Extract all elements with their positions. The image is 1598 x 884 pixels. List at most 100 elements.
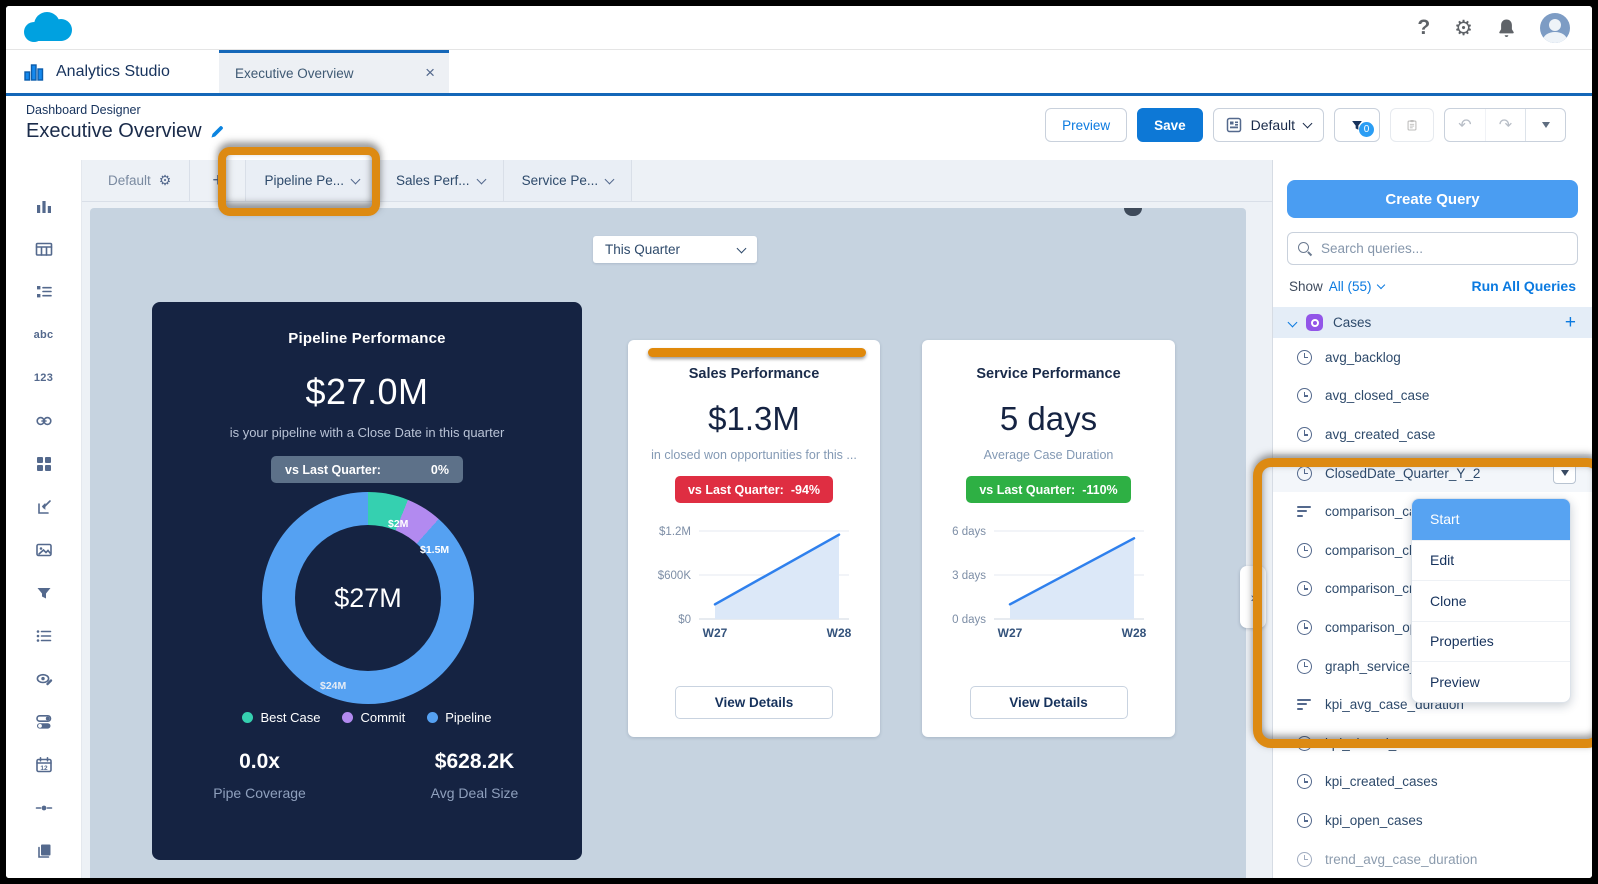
list-detail-widget-icon[interactable]: [22, 270, 65, 313]
running-query-icon: [1297, 506, 1312, 518]
quarter-filter-dropdown[interactable]: This Quarter: [593, 236, 757, 263]
cases-section-header[interactable]: Cases +: [1273, 307, 1592, 338]
widget-title: Service Performance: [922, 366, 1175, 382]
menu-item-clone[interactable]: Clone: [1412, 580, 1570, 621]
more-actions-button[interactable]: [1525, 109, 1565, 141]
query-actions-dropdown-button[interactable]: [1553, 462, 1576, 484]
help-icon[interactable]: ?: [1417, 16, 1430, 40]
query-row-clipped[interactable]: trend_avg_case_duration: [1273, 840, 1592, 878]
menu-item-start[interactable]: Start: [1412, 499, 1570, 540]
notifications-bell-icon[interactable]: [1497, 18, 1516, 38]
eye-pencil-widget-icon[interactable]: [22, 657, 65, 700]
widget-sidebar: abc 123 12: [6, 160, 82, 878]
slice-label-pipeline: $24M: [320, 680, 346, 692]
svg-text:12: 12: [40, 764, 48, 771]
add-page-button[interactable]: +: [190, 160, 246, 201]
pipe-coverage-kpi: 0.0x Pipe Coverage: [152, 750, 367, 801]
setup-gear-icon[interactable]: ⚙: [1454, 16, 1473, 41]
pages-widget-icon[interactable]: [22, 829, 65, 872]
show-all-dropdown[interactable]: All (55): [1329, 279, 1384, 294]
pages-default-tab[interactable]: Default ⚙: [90, 160, 190, 201]
range-slider-widget-icon[interactable]: [22, 786, 65, 829]
chevron-down-icon: [1303, 119, 1313, 129]
clipboard-button[interactable]: [1390, 108, 1434, 142]
show-label: Show: [1289, 279, 1323, 294]
close-icon[interactable]: ×: [425, 63, 435, 83]
comparison-badge: vs Last Quarter: 0%: [271, 456, 463, 483]
designer-main-region: Default ⚙ + Pipeline Pe... Sales Perf...…: [82, 160, 1272, 878]
section-label: Cases: [1333, 315, 1371, 330]
page-tab-sales[interactable]: Sales Perf...: [378, 160, 504, 201]
view-details-button[interactable]: View Details: [970, 686, 1128, 719]
menu-item-preview[interactable]: Preview: [1412, 661, 1570, 702]
clock-icon: [1297, 388, 1312, 403]
query-search-box[interactable]: [1287, 232, 1578, 265]
link-widget-icon[interactable]: [22, 399, 65, 442]
query-row[interactable]: avg_backlog: [1273, 338, 1592, 377]
page-tab-pipeline[interactable]: Pipeline Pe...: [246, 160, 378, 201]
svg-text:W28: W28: [1121, 626, 1146, 640]
running-query-icon: [1297, 699, 1312, 711]
clock-icon: [1297, 427, 1312, 442]
query-context-menu: Start Edit Clone Properties Preview: [1411, 498, 1571, 703]
filters-button[interactable]: 0: [1334, 108, 1380, 142]
svg-text:W27: W27: [703, 626, 728, 640]
utility-bar: ? ⚙: [6, 6, 1592, 50]
query-row[interactable]: kpi_closed_count: [1273, 724, 1592, 763]
service-trend-chart: 6 days3 days0 daysW27W28: [922, 507, 1175, 650]
list-widget-icon[interactable]: [22, 614, 65, 657]
view-details-button[interactable]: View Details: [675, 686, 833, 719]
preview-button[interactable]: Preview: [1045, 108, 1127, 142]
filter-widget-icon[interactable]: [22, 571, 65, 614]
collapse-panel-chevron[interactable]: ›: [1240, 566, 1266, 628]
workspace-tab-bar: Analytics Studio Executive Overview ×: [6, 50, 1592, 96]
page-tab-service[interactable]: Service Pe...: [504, 160, 633, 201]
undo-button[interactable]: ↶: [1445, 109, 1485, 141]
number-widget-icon[interactable]: 123: [22, 356, 65, 399]
container-widget-icon[interactable]: [22, 442, 65, 485]
clock-icon: [1297, 543, 1312, 558]
edit-pencil-icon[interactable]: [210, 124, 225, 139]
redo-button[interactable]: ↷: [1485, 109, 1525, 141]
chevron-down-icon: [351, 174, 361, 184]
analytics-studio-home[interactable]: Analytics Studio: [22, 50, 170, 93]
chart-widget-icon[interactable]: [22, 184, 65, 227]
table-widget-icon[interactable]: [22, 227, 65, 270]
chevron-down-icon: [737, 243, 747, 253]
image-widget-icon[interactable]: [22, 528, 65, 571]
user-avatar[interactable]: [1540, 13, 1570, 43]
tab-executive-overview[interactable]: Executive Overview ×: [219, 50, 449, 93]
menu-item-edit[interactable]: Edit: [1412, 540, 1570, 581]
caret-down-icon: [1561, 470, 1569, 476]
pipeline-kpi-subtitle: is your pipeline with a Close Date in th…: [152, 425, 582, 440]
svg-text:3 days: 3 days: [952, 570, 986, 582]
query-row[interactable]: kpi_created_cases: [1273, 763, 1592, 802]
sales-performance-widget: Sales Performance $1.3M in closed won op…: [628, 340, 880, 737]
menu-item-properties[interactable]: Properties: [1412, 621, 1570, 662]
analytics-studio-logo-icon: [22, 60, 46, 84]
query-row[interactable]: kpi_open_cases: [1273, 801, 1592, 840]
dashboard-header: Dashboard Designer Executive Overview Pr…: [6, 96, 1592, 160]
query-row-selected[interactable]: ClosedDate_Quarter_Y_2: [1273, 454, 1592, 493]
svg-text:$0: $0: [678, 614, 691, 626]
search-input[interactable]: [1321, 241, 1567, 256]
add-query-button[interactable]: +: [1565, 312, 1576, 334]
pipeline-sub-kpis: 0.0x Pipe Coverage $628.2K Avg Deal Size: [152, 750, 582, 801]
create-query-button[interactable]: Create Query: [1287, 180, 1578, 218]
text-widget-icon[interactable]: abc: [22, 313, 65, 356]
filter-count-badge: 0: [1359, 122, 1374, 137]
app-launcher-icon[interactable]: [1373, 18, 1393, 38]
query-row[interactable]: avg_created_case: [1273, 415, 1592, 454]
salesforce-logo[interactable]: [24, 12, 78, 44]
save-button[interactable]: Save: [1137, 108, 1203, 142]
layout-selector[interactable]: Default: [1213, 108, 1324, 142]
navigation-widget-icon[interactable]: [22, 485, 65, 528]
date-widget-icon[interactable]: 12: [22, 743, 65, 786]
pipeline-performance-widget: Pipeline Performance $27.0M is your pipe…: [152, 302, 582, 860]
query-row[interactable]: avg_closed_case: [1273, 377, 1592, 416]
toggle-widget-icon[interactable]: [22, 700, 65, 743]
clock-icon: [1297, 350, 1312, 365]
run-all-queries-link[interactable]: Run All Queries: [1471, 278, 1576, 294]
pipeline-kpi-value: $27.0M: [152, 371, 582, 413]
layout-selector-value: Default: [1251, 117, 1295, 133]
